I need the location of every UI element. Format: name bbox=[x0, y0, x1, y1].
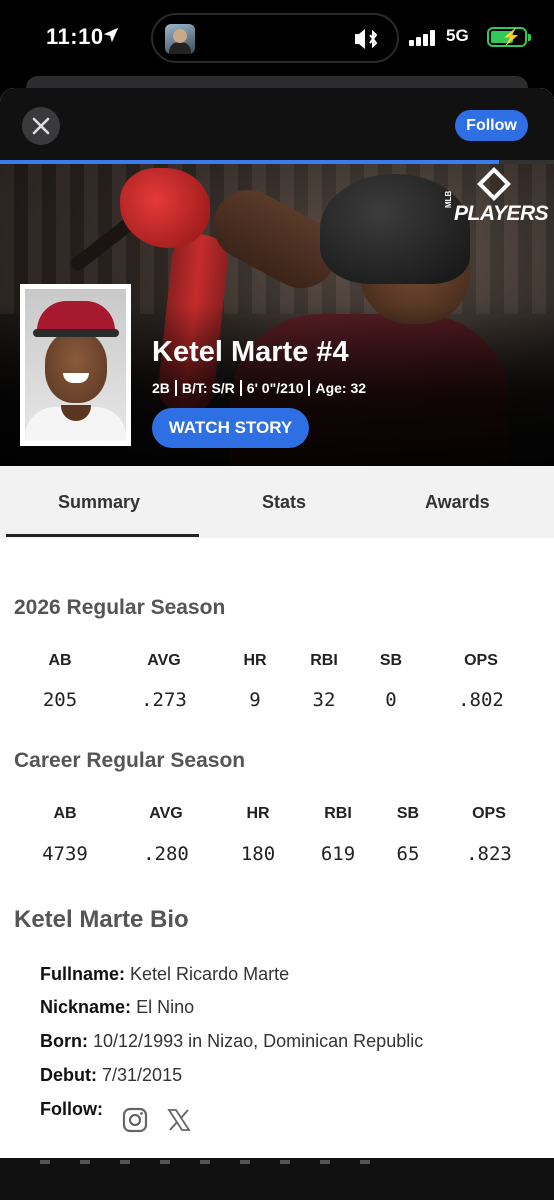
sheet-header: Follow bbox=[0, 88, 554, 162]
stat-header: AB bbox=[48, 652, 72, 669]
stat-header: AVG bbox=[149, 805, 183, 822]
tab-selected-indicator bbox=[6, 534, 199, 537]
mlb-players-logo: MLB PLAYERS bbox=[444, 167, 549, 225]
bio-fullname: Fullname: Ketel Ricardo Marte bbox=[40, 964, 289, 985]
bio-born: Born: 10/12/1993 in Nizao, Dominican Rep… bbox=[40, 1031, 423, 1052]
player-headshot bbox=[20, 284, 131, 446]
stat-header: SB bbox=[379, 652, 403, 669]
bio-label: Born: bbox=[40, 1031, 88, 1051]
player-sheet: Follow MLB PLAYERS Ketel Marte #4 2B B/T… bbox=[0, 88, 554, 1158]
bio-follow: Follow: bbox=[40, 1099, 103, 1120]
bio-label: Fullname: bbox=[40, 964, 126, 984]
player-hero: MLB PLAYERS Ketel Marte #4 2B B/T: S/R 6… bbox=[0, 164, 554, 466]
tab-bar: Summary Stats Awards bbox=[0, 466, 554, 538]
close-button[interactable] bbox=[22, 107, 60, 145]
tab-summary[interactable]: Summary bbox=[58, 492, 140, 513]
player-name: Ketel Marte #4 bbox=[152, 336, 349, 368]
close-icon bbox=[32, 117, 50, 135]
stat-header: HR bbox=[243, 652, 267, 669]
tab-stats[interactable]: Stats bbox=[262, 492, 306, 513]
dynamic-island[interactable] bbox=[151, 13, 399, 63]
watch-story-button[interactable]: WATCH STORY bbox=[152, 408, 309, 448]
stat-value: 180 bbox=[240, 843, 276, 865]
bio-debut: Debut: 7/31/2015 bbox=[40, 1065, 182, 1086]
instagram-icon[interactable] bbox=[122, 1107, 148, 1133]
stat-value: .823 bbox=[466, 843, 512, 865]
stat-header: AVG bbox=[147, 652, 181, 669]
player-position: 2B bbox=[152, 380, 170, 396]
bio-value: 7/31/2015 bbox=[102, 1065, 183, 1085]
player-age: Age: 32 bbox=[315, 380, 367, 396]
season-title: 2026 Regular Season bbox=[14, 596, 226, 619]
bio-label: Nickname: bbox=[40, 997, 132, 1017]
status-time: 11:10 bbox=[46, 24, 104, 49]
bio-title: Ketel Marte Bio bbox=[14, 906, 189, 933]
follow-button[interactable]: Follow bbox=[455, 110, 528, 141]
stat-value: .280 bbox=[143, 843, 189, 865]
bio-label: Follow: bbox=[40, 1099, 103, 1119]
stat-header: OPS bbox=[472, 805, 506, 822]
x-twitter-icon[interactable] bbox=[166, 1107, 192, 1133]
bio-value: 10/12/1993 in Nizao, Dominican Republic bbox=[93, 1031, 424, 1051]
stat-value: 4739 bbox=[42, 843, 88, 865]
stat-header: OPS bbox=[464, 652, 498, 669]
status-bar: 11:10 5G ⚡ bbox=[0, 0, 554, 76]
stat-header: SB bbox=[396, 805, 420, 822]
player-bats-throws: B/T: S/R bbox=[181, 380, 235, 396]
battery-charging-icon: ⚡ bbox=[487, 27, 531, 47]
stat-value: .802 bbox=[458, 689, 504, 711]
stat-header: RBI bbox=[324, 805, 352, 822]
network-type: 5G bbox=[446, 26, 469, 45]
player-height-weight: 6' 0"/210 bbox=[246, 380, 304, 396]
player-meta: 2B B/T: S/R 6' 0"/210 Age: 32 bbox=[152, 380, 366, 396]
bio-nickname: Nickname: El Nino bbox=[40, 997, 194, 1018]
stat-value: .273 bbox=[141, 689, 187, 711]
tab-awards[interactable]: Awards bbox=[425, 492, 490, 513]
stat-value: 0 bbox=[385, 689, 397, 711]
avatar bbox=[165, 24, 195, 54]
bottom-content-peek bbox=[0, 1158, 554, 1200]
bio-value: Ketel Ricardo Marte bbox=[130, 964, 290, 984]
bio-label: Debut: bbox=[40, 1065, 97, 1085]
signal-icon bbox=[409, 30, 435, 46]
stat-value: 205 bbox=[42, 689, 78, 711]
bluetooth-icon bbox=[355, 29, 378, 49]
location-arrow-icon bbox=[103, 27, 119, 43]
stat-header: AB bbox=[53, 805, 77, 822]
stat-header: HR bbox=[246, 805, 270, 822]
bio-value: El Nino bbox=[136, 997, 195, 1017]
stat-value: 65 bbox=[396, 843, 420, 865]
career-title: Career Regular Season bbox=[14, 749, 246, 772]
